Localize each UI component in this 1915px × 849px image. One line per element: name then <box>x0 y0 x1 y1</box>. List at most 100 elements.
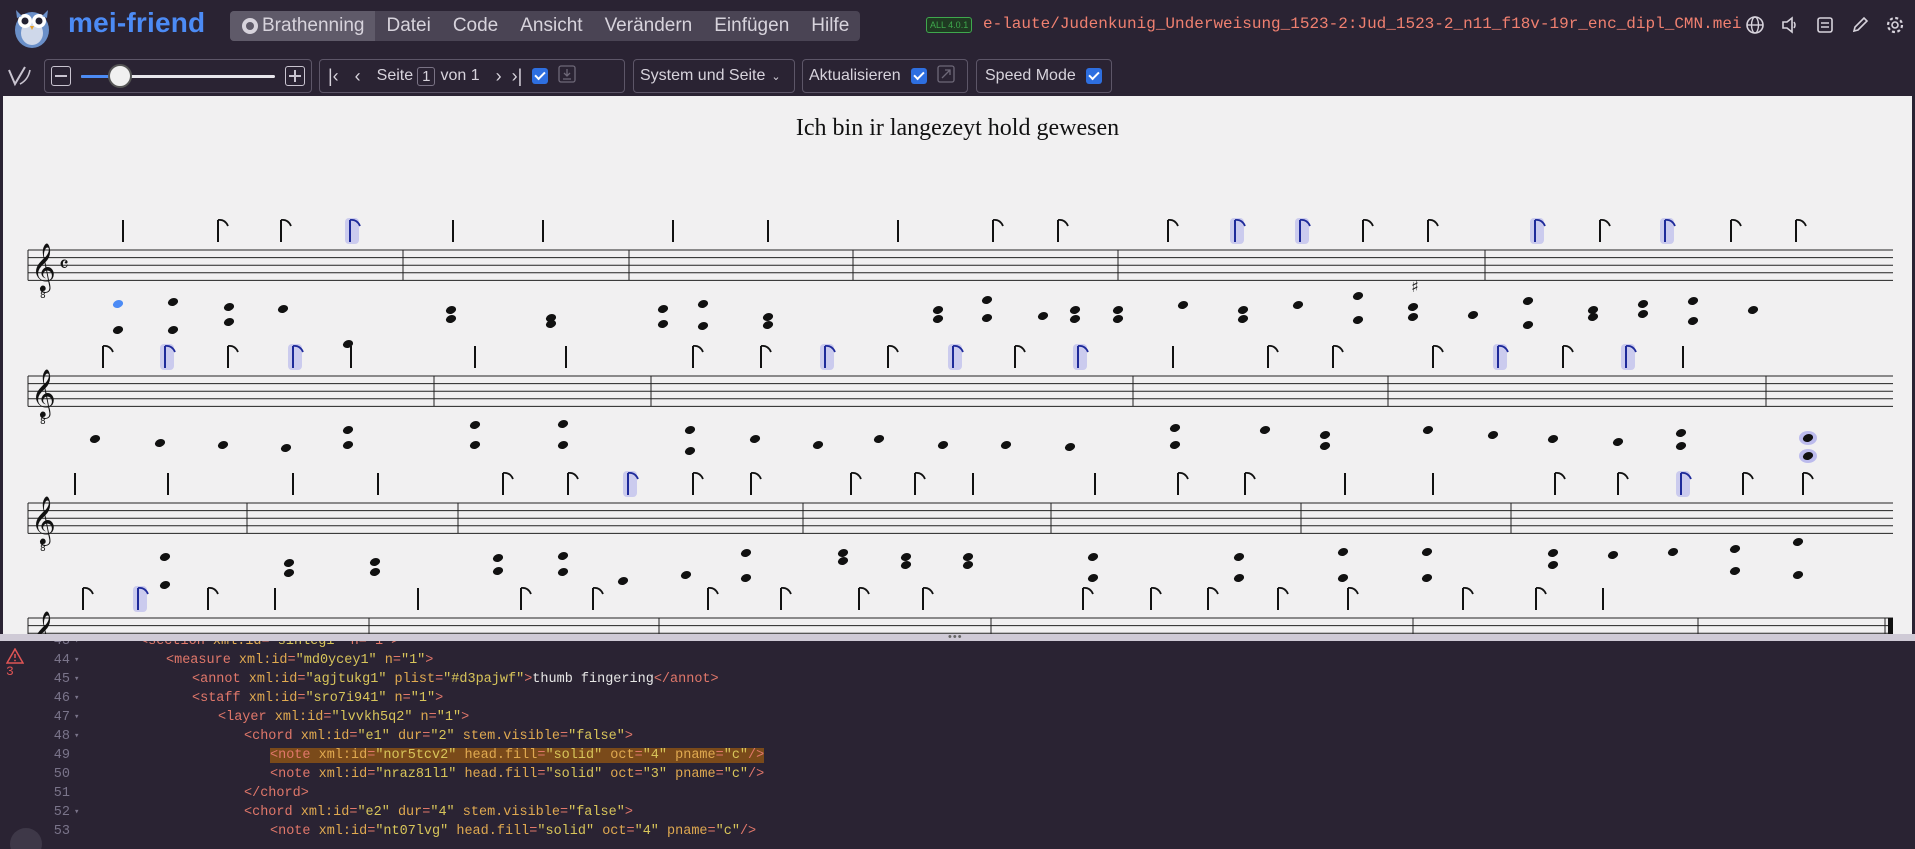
rhythm-sign-flag <box>1177 471 1189 480</box>
code-token: "4" <box>634 824 659 839</box>
menu-ansicht[interactable]: Ansicht <box>509 11 593 41</box>
code-editor[interactable]: 3 43 ▾ <section xml:id="sinlegi" n="1"> 44 ▾… <box>0 641 1915 849</box>
code-token: <note <box>270 767 319 782</box>
note-head <box>1547 435 1559 443</box>
code-text[interactable]: <measure xml:id="md0ycey1" n="1"> <box>166 651 433 670</box>
code-line[interactable]: 52 ▾ <chord xml:id="e2" dur="4" stem.visib… <box>0 803 1915 822</box>
menu-github-user[interactable]: Brathenning <box>230 11 376 41</box>
note-head <box>1547 561 1559 569</box>
note-head <box>1237 315 1249 323</box>
code-line[interactable]: 44 ▾ <measure xml:id="md0ycey1" n="1"> <box>0 651 1915 670</box>
code-text[interactable]: <chord xml:id="e2" dur="4" stem.visible=… <box>244 803 633 822</box>
note-head <box>762 313 774 321</box>
note-head <box>1747 306 1759 314</box>
code-token: "3" <box>642 767 668 782</box>
fold-icon[interactable]: ▾ <box>74 670 79 689</box>
menu-datei[interactable]: Datei <box>375 11 441 41</box>
top-bar: mei-friend Brathenning Datei Code Ansich… <box>0 0 1915 52</box>
code-text[interactable]: <layer xml:id="lvvkh5q2" n="1"> <box>218 708 469 727</box>
rhythm-sign-flag <box>750 471 762 480</box>
next-page-icon[interactable]: › <box>496 66 502 87</box>
code-line[interactable]: 47 ▾ <layer xml:id="lvvkh5q2" n="1"> <box>0 708 1915 727</box>
globe-icon[interactable] <box>1743 13 1767 37</box>
line-number: 46 <box>53 691 70 706</box>
code-line[interactable]: 53 <note xml:id="nt07lvg" head.fill="soli… <box>0 822 1915 841</box>
code-update-icon[interactable] <box>936 64 955 88</box>
code-text[interactable]: <annot xml:id="agjtukg1" plist="#d3pajwf… <box>192 670 719 689</box>
note-head <box>932 315 944 323</box>
rhythm-sign-flag <box>1599 218 1611 227</box>
note-head <box>1687 297 1699 305</box>
download-icon[interactable] <box>558 64 576 88</box>
note-head <box>1637 310 1649 318</box>
rhythm-sign-flag <box>520 586 532 595</box>
note-head <box>1259 426 1271 434</box>
first-page-icon[interactable]: |‹ <box>328 66 339 87</box>
fold-icon[interactable]: ▾ <box>74 641 79 651</box>
page-total: von 1 <box>440 67 480 84</box>
notation-panel[interactable]: Ich bin ir langezeyt hold gewesen 𝄞 8 𝄴 ♯ 𝄞 8… <box>3 96 1912 634</box>
rhythm-sign-flag <box>922 586 934 595</box>
score-svg[interactable]: 𝄞8𝄴♯𝄞8𝄞8𝄞8♭ <box>3 96 1912 634</box>
zoom-slider-thumb[interactable] <box>107 64 132 88</box>
fold-icon[interactable]: ▾ <box>74 727 79 746</box>
fold-icon[interactable]: ▾ <box>74 689 79 708</box>
note-head <box>1319 442 1331 450</box>
menu-code[interactable]: Code <box>442 11 509 41</box>
code-token: head.fill <box>448 824 530 839</box>
code-line[interactable]: 50 <note xml:id = "nraz81l1" head.fill = "sol… <box>0 765 1915 784</box>
update-checkbox[interactable] <box>910 68 927 84</box>
code-text[interactable]: <chord xml:id="e1" dur="2" stem.visible=… <box>244 727 633 746</box>
code-text[interactable]: <staff xml:id="sro7i941" n="1"> <box>192 689 443 708</box>
note-head <box>1421 548 1433 556</box>
panel-splitter[interactable]: ••• <box>0 632 1915 643</box>
note-head <box>1233 574 1245 582</box>
menu-einfuegen[interactable]: Einfügen <box>703 11 800 41</box>
code-token: = <box>287 653 296 668</box>
note-head <box>1729 545 1741 553</box>
code-line[interactable]: 45 ▾ <annot xml:id="agjtukg1" plist="#d3pa… <box>0 670 1915 689</box>
menu-hilfe[interactable]: Hilfe <box>800 11 860 41</box>
gear-icon[interactable] <box>1883 13 1907 37</box>
rhythm-sign-flag <box>207 586 219 595</box>
rhythm-sign-flag <box>992 218 1004 227</box>
code-token: "solid" <box>545 767 603 782</box>
pencil-icon[interactable] <box>1848 13 1872 37</box>
code-line[interactable]: 43 ▾ <section xml:id="sinlegi" n="1"> <box>0 641 1915 651</box>
fold-icon[interactable]: ▾ <box>74 708 79 727</box>
code-line[interactable]: 51 </chord> <box>0 784 1915 803</box>
zoom-in-button[interactable] <box>285 66 306 86</box>
code-text[interactable]: <note xml:id = "nt07lvg" head.fill = "solid"… <box>270 822 756 841</box>
code-text[interactable]: <section xml:id="sinlegi" n="1"> <box>140 641 399 651</box>
code-text[interactable]: </chord> <box>244 784 309 803</box>
fold-icon[interactable]: ▾ <box>74 651 79 670</box>
rhythm-sign-flag <box>1535 586 1547 595</box>
rhythm-sign-flag <box>1277 586 1289 595</box>
menu-veraendern[interactable]: Verändern <box>594 11 704 41</box>
note-head <box>469 441 481 449</box>
code-text[interactable]: <note xml:id = "nor5tcv2" head.fill = "solid… <box>270 746 765 765</box>
zoom-out-button[interactable] <box>51 66 71 86</box>
code-token: </chord> <box>244 786 309 801</box>
speaker-icon[interactable] <box>1778 13 1802 37</box>
note-head <box>112 300 124 308</box>
code-line[interactable]: 49 <note xml:id = "nor5tcv2" head.fill = "sol… <box>0 746 1915 765</box>
code-line[interactable]: 46 ▾ <staff xml:id="sro7i941" n="1"> <box>0 689 1915 708</box>
note-head <box>1177 301 1189 309</box>
last-page-icon[interactable]: ›| <box>512 66 523 87</box>
prev-page-icon[interactable]: ‹ <box>355 66 361 87</box>
code-text[interactable]: <note xml:id = "nraz81l1" head.fill = "solid… <box>270 765 764 784</box>
breaks-select[interactable]: System und Seite ⌄ <box>633 59 795 93</box>
note-head <box>342 340 354 348</box>
file-name[interactable]: e-laute/Judenkunig_Underweisung_1523-2:J… <box>983 15 1742 33</box>
speed-mode-checkbox[interactable] <box>1085 68 1102 84</box>
clef-octave-mark: 8 <box>40 417 46 427</box>
page-number-input[interactable]: 1 <box>417 66 436 86</box>
code-line[interactable]: 48 ▾ <chord xml:id="e1" dur="2" stem.visib… <box>0 727 1915 746</box>
zoom-slider[interactable] <box>80 64 276 88</box>
rhythm-sign-flag <box>217 218 229 227</box>
splitter-handle-icon[interactable]: ••• <box>948 632 963 643</box>
page-sync-checkbox[interactable] <box>532 68 549 84</box>
fold-icon[interactable]: ▾ <box>74 803 79 822</box>
list-icon[interactable] <box>1813 13 1837 37</box>
